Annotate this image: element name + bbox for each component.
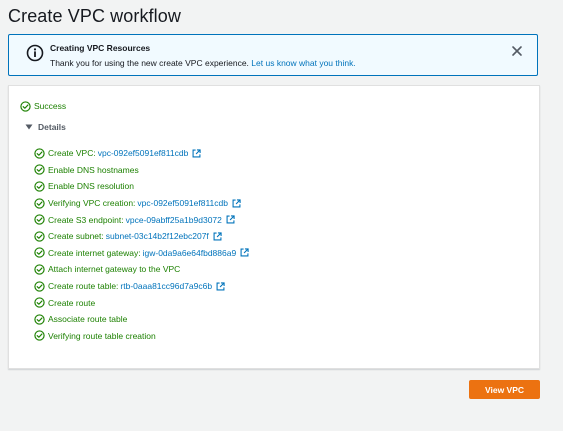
check-circle-icon	[20, 100, 31, 112]
step-item: Create subnet: subnet-03c14b2f12ebc207f	[34, 228, 249, 245]
check-circle-icon	[34, 330, 45, 342]
step-resource-link[interactable]: rtb-0aaa81cc96d7a9c6b	[120, 281, 212, 291]
status-row: Success	[20, 100, 66, 112]
step-item: Verifying VPC creation: vpc-092ef5091ef81…	[34, 195, 249, 212]
external-link-icon[interactable]	[192, 149, 201, 158]
workflow-panel: Success Details Create VPC: vpc-092ef5091…	[8, 85, 540, 369]
check-circle-icon	[34, 197, 45, 209]
step-item: Verifying route table creation	[34, 328, 249, 345]
step-item: Create route	[34, 294, 249, 311]
step-label: Create route	[48, 297, 96, 308]
close-icon[interactable]	[511, 45, 523, 57]
step-resource-link[interactable]: vpc-092ef5091ef811cdb	[98, 148, 189, 158]
banner-message-text: Thank you for using the new create VPC e…	[50, 58, 249, 68]
status-text: Success	[34, 101, 67, 111]
steps-list: Create VPC: vpc-092ef5091ef811cdb Enable D…	[34, 145, 249, 344]
check-circle-icon	[34, 280, 45, 292]
check-circle-icon	[34, 164, 45, 176]
step-label: Create VPC:	[48, 148, 96, 159]
step-resource-link[interactable]: vpce-09abff25a1b9d3072	[126, 215, 222, 225]
step-item: Associate route table	[34, 311, 249, 328]
check-circle-icon	[34, 181, 45, 192]
step-label: Associate route table	[48, 314, 128, 325]
check-circle-icon	[34, 148, 45, 159]
step-label: Create route table:	[48, 281, 119, 292]
details-toggle[interactable]: Details	[25, 122, 66, 132]
step-label: Create S3 endpoint:	[48, 214, 124, 225]
caret-down-icon	[25, 124, 33, 130]
page-title: Create VPC workflow	[8, 6, 181, 26]
step-label: Verifying route table creation	[48, 330, 156, 341]
step-item: Enable DNS resolution	[34, 178, 249, 195]
step-label: Enable DNS resolution	[48, 181, 134, 192]
step-item: Attach internet gateway to the VPC	[34, 261, 249, 278]
step-item: Create route table: rtb-0aaa81cc96d7a9c6b	[34, 278, 249, 295]
view-vpc-button[interactable]: View VPC	[469, 380, 540, 399]
step-label: Verifying VPC creation:	[48, 198, 136, 209]
check-circle-icon	[34, 264, 45, 275]
check-circle-icon	[34, 297, 45, 308]
step-label: Enable DNS hostnames	[48, 164, 139, 175]
step-item: Create VPC: vpc-092ef5091ef811cdb	[34, 145, 249, 162]
check-circle-icon	[34, 314, 45, 325]
external-link-icon[interactable]	[216, 281, 225, 291]
info-icon	[26, 44, 44, 62]
feedback-link[interactable]: Let us know what you think.	[251, 58, 355, 68]
step-label: Create internet gateway:	[48, 247, 141, 258]
check-circle-icon	[34, 231, 45, 242]
external-link-icon[interactable]	[232, 198, 241, 208]
external-link-icon[interactable]	[226, 215, 235, 224]
banner-title: Creating VPC Resources	[50, 43, 151, 53]
check-circle-icon	[34, 247, 45, 259]
external-link-icon[interactable]	[213, 232, 222, 241]
details-label: Details	[38, 122, 66, 132]
step-item: Create internet gateway: igw-0da9a6e64fbd…	[34, 245, 249, 262]
step-resource-link[interactable]: vpc-092ef5091ef811cdb	[137, 198, 228, 208]
step-item: Enable DNS hostnames	[34, 162, 249, 179]
step-item: Create S3 endpoint: vpce-09abff25a1b9d307…	[34, 211, 249, 228]
step-label: Create subnet:	[48, 231, 104, 242]
step-label: Attach internet gateway to the VPC	[48, 264, 181, 275]
external-link-icon[interactable]	[240, 248, 249, 257]
info-banner: Creating VPC Resources Thank you for usi…	[8, 34, 538, 76]
step-resource-link[interactable]: subnet-03c14b2f12ebc207f	[106, 231, 209, 241]
banner-message: Thank you for using the new create VPC e…	[50, 58, 356, 68]
step-resource-link[interactable]: igw-0da9a6e64fbd886a9	[143, 248, 237, 258]
check-circle-icon	[34, 214, 45, 225]
